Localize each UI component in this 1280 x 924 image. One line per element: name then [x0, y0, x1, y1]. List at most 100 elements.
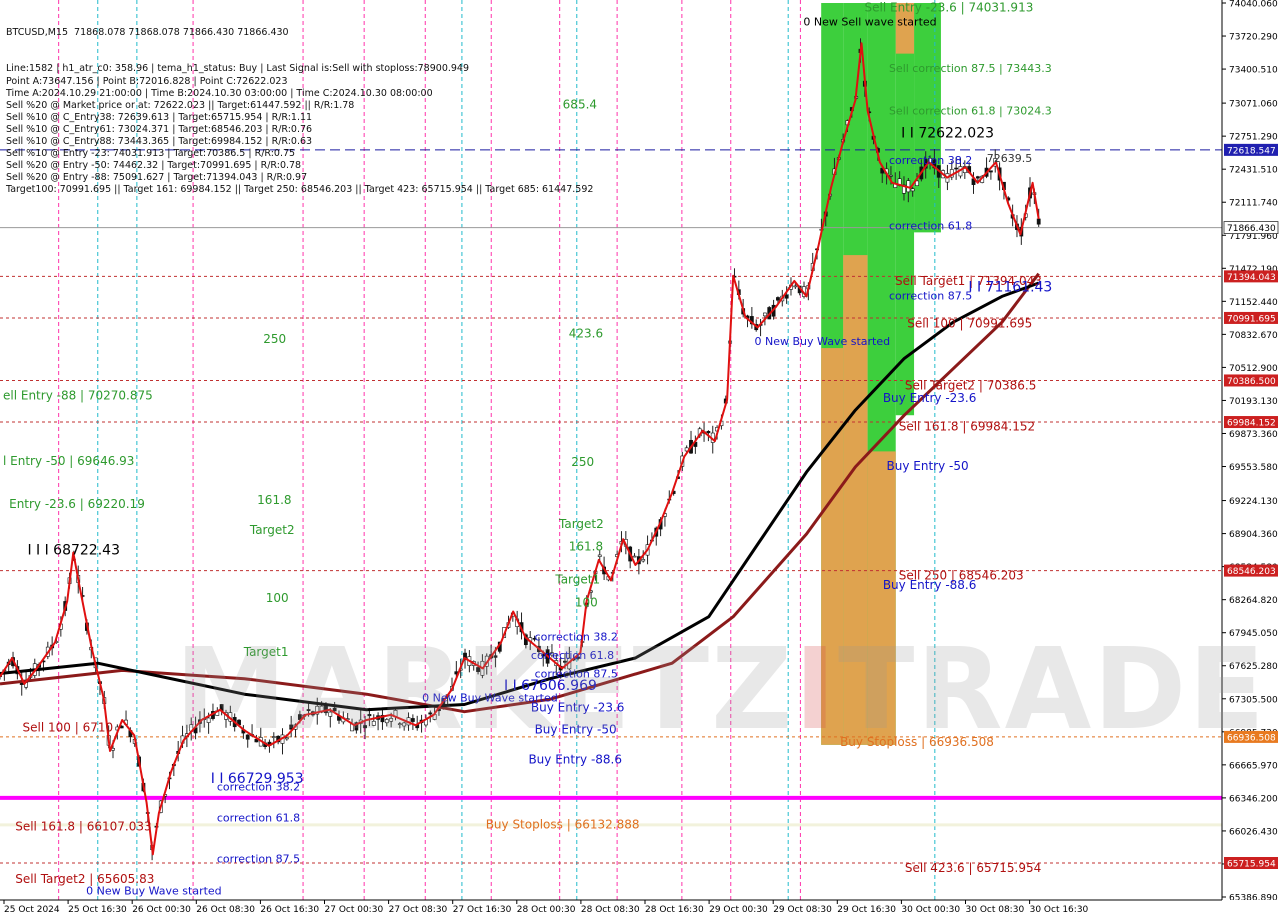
chart-annotation: Buy Entry -88.6: [528, 752, 622, 766]
price-badge-label: 70386.500: [1227, 377, 1276, 387]
chart-annotation: Sell Entry -23.6 | 74031.913: [865, 0, 1034, 14]
chart-annotation: Sell 423.6 | 65715.954: [905, 861, 1041, 875]
x-tick-label: 29 Oct 16:30: [837, 905, 896, 915]
chart-annotation: ell Entry -88 | 70270.875: [3, 389, 153, 403]
chart-annotation: 100: [575, 595, 598, 609]
chart-annotation: correction 61.8: [531, 649, 614, 662]
candle-body: [428, 712, 433, 715]
x-tick-label: 30 Oct 00:30: [901, 905, 960, 915]
candle-body: [975, 176, 980, 179]
y-tick-label: 66026.430: [1229, 827, 1278, 837]
x-tick-label: 27 Oct 08:30: [389, 905, 448, 915]
x-tick-label: 26 Oct 16:30: [260, 905, 319, 915]
chart-annotation: Target2: [558, 517, 604, 531]
chart-annotation: Sell 100 | 70991.695: [907, 316, 1032, 330]
candle-body: [889, 174, 893, 177]
y-tick-label: 72751.290: [1229, 133, 1278, 143]
y-tick-label: 70832.670: [1229, 331, 1278, 341]
x-tick-label: 30 Oct 08:30: [966, 905, 1025, 915]
chart-annotation: 423.6: [569, 327, 603, 341]
info-line: Sell %10 @ C_Entry88: 73443.365 | Target…: [6, 136, 313, 148]
price-badge-label: 65715.954: [1227, 860, 1276, 870]
chart-annotation: 0 New Buy Wave started: [755, 335, 891, 348]
y-tick-label: 66665.970: [1229, 761, 1278, 771]
chart-annotation: Target1: [554, 573, 600, 587]
candle-body: [328, 711, 333, 717]
info-line: Sell %20 @ Entry -50: 74462.32 | Target:…: [6, 160, 302, 172]
candle-body: [632, 555, 637, 558]
chart-annotation: 0 New Sell wave started: [803, 16, 936, 29]
chart-annotation: Target2: [249, 523, 295, 537]
info-line: Point A:73647.156 | Point B:72016.828 | …: [6, 75, 288, 87]
chart-annotation: Entry -23.6 | 69220.19: [9, 497, 145, 511]
info-line: Sell %20 @ Entry -88: 75091.627 | Target…: [6, 172, 308, 184]
chart-annotation: 161.8: [257, 493, 291, 507]
y-tick-label: 70512.900: [1229, 364, 1278, 374]
chart-annotation: Buy Entry -23.6: [883, 391, 977, 405]
x-tick-label: 27 Oct 00:30: [325, 905, 384, 915]
chart-annotation: I I I 68722.43: [27, 543, 120, 559]
x-tick-label: 28 Oct 16:30: [645, 905, 704, 915]
candle-body: [306, 709, 311, 711]
price-badge-label: 71394.043: [1227, 273, 1276, 283]
chart-annotation: 161.8: [569, 540, 603, 554]
signal-zone: [867, 451, 896, 745]
chart-annotation: 100: [266, 591, 289, 605]
chart-annotation: Target1: [243, 645, 289, 659]
x-tick-label: 28 Oct 08:30: [581, 905, 640, 915]
chart-annotation: 250: [571, 455, 594, 469]
info-line: Line:1582 | h1_atr_c0: 358.96 | tema_h1_…: [6, 63, 470, 75]
chart-annotation: 72639.5: [987, 152, 1032, 165]
signal-zone: [843, 255, 868, 745]
candle-body: [784, 294, 789, 299]
info-line: Sell %10 @ C_Entry61: 73024.371 | Target…: [6, 123, 313, 135]
price-badge-label: 71866.430: [1227, 224, 1276, 234]
info-line: Sell %10 @ Entry -23: 74031.913 | Target…: [6, 148, 296, 160]
chart-annotation: Buy Entry -88.6: [883, 578, 977, 592]
y-tick-label: 67945.050: [1229, 629, 1278, 639]
y-tick-label: 66346.200: [1229, 794, 1278, 804]
y-tick-label: 68264.820: [1229, 596, 1278, 606]
symbol-line: BTCUSD,M15 71868.078 71868.078 71866.430…: [6, 27, 289, 39]
info-line: Time A:2024.10.29 21:00:00 | Time B:2024…: [6, 87, 433, 99]
chart-annotation: correction 38.2: [217, 780, 300, 793]
y-tick-label: 70193.130: [1229, 397, 1278, 407]
chart-annotation: 250: [263, 332, 286, 346]
chart-area[interactable]: MARKETZITRADE Sell Entry -23.6 | 74031.9…: [0, 0, 1280, 920]
candle-body: [706, 431, 711, 434]
y-tick-label: 74040.060: [1229, 0, 1278, 10]
x-tick-label: 30 Oct 16:30: [1030, 905, 1089, 915]
price-badge-label: 68546.203: [1227, 567, 1276, 577]
y-tick-label: 68904.360: [1229, 530, 1278, 540]
y-tick-label: 72431.510: [1229, 166, 1278, 176]
x-tick-label: 27 Oct 16:30: [453, 905, 512, 915]
x-tick-label: 29 Oct 00:30: [709, 905, 768, 915]
candle-body: [988, 170, 993, 173]
chart-annotation: correction 38.2: [889, 154, 972, 167]
y-tick-label: 71152.440: [1229, 298, 1278, 308]
chart-annotation: Buy Stoploss | 66132.888: [486, 817, 640, 831]
candle-body: [597, 554, 602, 557]
candle-body: [910, 188, 915, 192]
info-lines: Line:1582 | h1_atr_c0: 358.96 | tema_h1_…: [6, 63, 593, 196]
y-tick-label: 69553.580: [1229, 463, 1278, 473]
candle-body: [1036, 218, 1041, 225]
info-line: Sell %20 @ Market price or at: 72622.023…: [6, 99, 355, 111]
candle-body: [384, 719, 389, 724]
chart-annotation: correction 38.2: [535, 630, 618, 643]
info-panel: BTCUSD,M15 71868.078 71868.078 71866.430…: [6, 3, 593, 221]
candle-body: [332, 707, 337, 712]
price-badge-label: 72618.547: [1227, 146, 1276, 156]
x-tick-label: 29 Oct 08:30: [773, 905, 832, 915]
chart-annotation: correction 61.8: [217, 811, 300, 824]
chart-annotation: correction 61.8: [889, 219, 972, 232]
chart-annotation: correction 87.5: [889, 290, 972, 303]
candle-body: [402, 722, 407, 727]
y-tick-label: 67305.500: [1229, 695, 1278, 705]
candle-body: [410, 718, 415, 722]
candle-body: [397, 723, 402, 726]
chart-annotation: I I 71161.43: [968, 279, 1052, 295]
x-tick-label: 26 Oct 00:30: [132, 905, 191, 915]
price-badge-label: 69984.152: [1227, 419, 1276, 429]
chart-annotation: 0 New Buy Wave started: [86, 885, 222, 898]
